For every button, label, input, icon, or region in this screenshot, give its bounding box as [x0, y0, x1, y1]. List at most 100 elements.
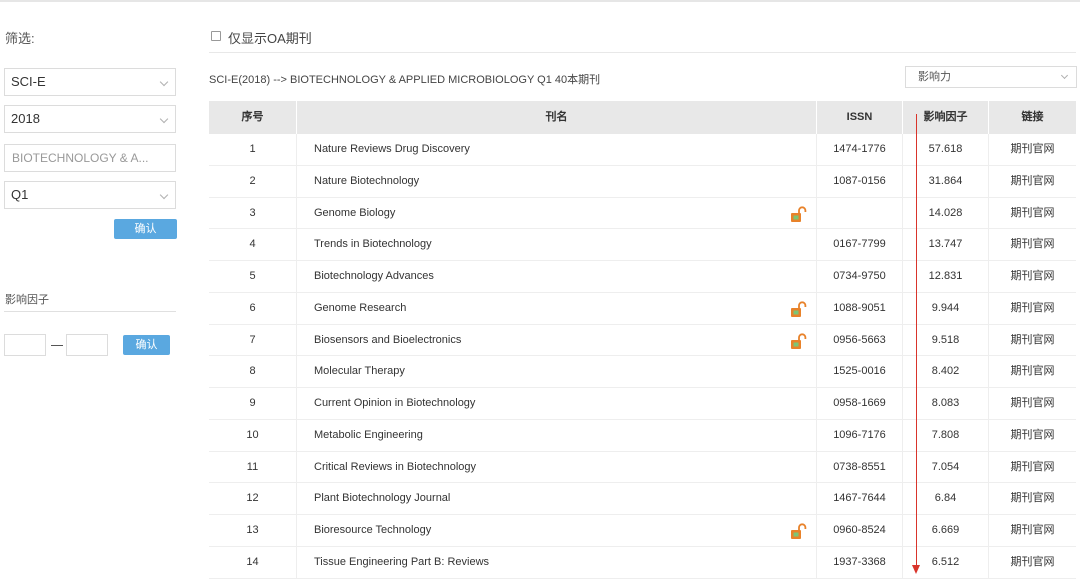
- journal-name[interactable]: Genome Research: [297, 292, 817, 324]
- issn: 1474-1776: [817, 134, 903, 165]
- breadcrumb: SCI-E(2018) --> BIOTECHNOLOGY & APPLIED …: [209, 74, 601, 86]
- journal-website-link[interactable]: 期刊官网: [989, 229, 1076, 260]
- row-number: 3: [209, 197, 297, 229]
- journal-name-text: Genome Research: [314, 301, 407, 314]
- journal-name[interactable]: Biotechnology Advances: [297, 261, 817, 292]
- year-select[interactable]: 2018: [4, 105, 176, 133]
- table-row: 5 Biotechnology Advances 0734-9750 12.831 期刊…: [209, 261, 1076, 293]
- row-number: 4: [209, 229, 297, 260]
- if-confirm-button[interactable]: 确认: [123, 335, 170, 355]
- table-row: 4 Trends in Biotechnology 0167-7799 13.747 期…: [209, 229, 1076, 261]
- issn: 0960-8524: [817, 515, 903, 546]
- if-min-input[interactable]: [4, 334, 46, 356]
- journal-website-link[interactable]: 期刊官网: [989, 325, 1076, 356]
- chevron-down-icon: [159, 114, 169, 124]
- journal-name[interactable]: Critical Reviews in Biotechnology: [297, 451, 817, 483]
- journal-website-link[interactable]: 期刊官网: [989, 134, 1076, 165]
- quartile-select[interactable]: Q1: [4, 181, 176, 209]
- issn: 1467-7644: [817, 483, 903, 514]
- journal-table: 序号 刊名 ISSN 影响因子 链接 1 Nature Reviews Drug …: [209, 101, 1076, 579]
- journal-website-link[interactable]: 期刊官网: [989, 388, 1076, 419]
- header-issn[interactable]: ISSN: [817, 101, 903, 134]
- table-row: 13 Bioresource Technology 0960-8524 6.669 期刊…: [209, 515, 1076, 547]
- header-no[interactable]: 序号: [209, 101, 297, 134]
- journal-website-link[interactable]: 期刊官网: [989, 452, 1076, 483]
- if-max-input[interactable]: [66, 334, 108, 356]
- table-row: 9 Current Opinion in Biotechnology 0958-16…: [209, 388, 1076, 420]
- sort-select[interactable]: 影响力: [905, 66, 1077, 88]
- journal-website-link[interactable]: 期刊官网: [989, 420, 1076, 451]
- journal-name[interactable]: Metabolic Engineering: [297, 419, 817, 451]
- row-number: 14: [209, 546, 297, 578]
- issn: 0958-1669: [817, 388, 903, 419]
- annotation-arrow-line: [916, 114, 917, 570]
- journal-name-text: Nature Biotechnology: [314, 174, 420, 187]
- row-number: 6: [209, 292, 297, 324]
- row-number: 13: [209, 515, 297, 546]
- issn: 1088-9051: [817, 292, 903, 324]
- journal-name[interactable]: Biosensors and Bioelectronics: [297, 324, 817, 356]
- journal-name[interactable]: Current Opinion in Biotechnology: [297, 388, 817, 419]
- top-border: [0, 0, 1080, 2]
- year-select-value: 2018: [11, 111, 40, 126]
- journal-website-link[interactable]: 期刊官网: [989, 483, 1076, 514]
- table-row: 11 Critical Reviews in Biotechnology 0738-…: [209, 451, 1076, 484]
- range-dash: [51, 345, 63, 346]
- journal-name-text: Biosensors and Bioelectronics: [314, 333, 462, 346]
- database-select[interactable]: SCI-E: [4, 68, 176, 96]
- journal-website-link[interactable]: 期刊官网: [989, 293, 1076, 324]
- issn: 1087-0156: [817, 165, 903, 197]
- journal-name[interactable]: Molecular Therapy: [297, 356, 817, 387]
- issn: [817, 197, 903, 229]
- row-number: 2: [209, 165, 297, 197]
- row-number: 11: [209, 451, 297, 483]
- journal-name[interactable]: Genome Biology: [297, 197, 817, 229]
- journal-name[interactable]: Bioresource Technology: [297, 515, 817, 546]
- journal-name-text: Critical Reviews in Biotechnology: [314, 460, 477, 473]
- journal-name[interactable]: Nature Reviews Drug Discovery: [297, 134, 817, 165]
- journal-website-link[interactable]: 期刊官网: [989, 515, 1076, 546]
- filter-confirm-button[interactable]: 确认: [114, 219, 177, 239]
- chevron-down-icon: [1060, 71, 1069, 80]
- journal-website-link[interactable]: 期刊官网: [989, 261, 1076, 292]
- table-row: 7 Biosensors and Bioelectronics 0956-5663 9…: [209, 324, 1076, 357]
- issn: 0956-5663: [817, 324, 903, 356]
- journal-website-link[interactable]: 期刊官网: [989, 198, 1076, 229]
- journal-name[interactable]: Tissue Engineering Part B: Reviews: [297, 546, 817, 578]
- row-number: 9: [209, 388, 297, 419]
- open-lock-icon: [790, 332, 808, 349]
- row-number: 7: [209, 324, 297, 356]
- chevron-down-icon: [159, 77, 169, 87]
- table-row: 6 Genome Research 1088-9051 9.944 期刊官网: [209, 292, 1076, 325]
- table-body: 1 Nature Reviews Drug Discovery 1474-1776 5…: [209, 134, 1076, 579]
- row-number: 12: [209, 483, 297, 514]
- journal-name-text: Bioresource Technology: [314, 524, 432, 536]
- oa-only-checkbox[interactable]: [211, 31, 221, 41]
- chevron-down-icon: [159, 190, 169, 200]
- down-arrow-icon: [912, 565, 920, 574]
- category-input[interactable]: BIOTECHNOLOGY & A...: [4, 144, 176, 172]
- journal-name[interactable]: Trends in Biotechnology: [297, 229, 817, 260]
- row-number: 8: [209, 356, 297, 387]
- journal-name-text: Genome Biology: [314, 206, 396, 219]
- row-number: 1: [209, 134, 297, 165]
- journal-website-link[interactable]: 期刊官网: [989, 166, 1076, 197]
- journal-name-text: Biotechnology Advances: [314, 270, 434, 282]
- quartile-select-value: Q1: [11, 187, 29, 202]
- issn: 0734-9750: [817, 261, 903, 292]
- journal-name[interactable]: Plant Biotechnology Journal: [297, 483, 817, 514]
- open-lock-icon: [790, 300, 808, 317]
- journal-name-text: Trends in Biotechnology: [314, 238, 432, 251]
- header-name[interactable]: 刊名: [297, 101, 817, 134]
- journal-website-link[interactable]: 期刊官网: [989, 547, 1076, 578]
- journal-website-link[interactable]: 期刊官网: [989, 356, 1076, 387]
- table-row: 10 Metabolic Engineering 1096-7176 7.808 期刊官…: [209, 419, 1076, 452]
- oa-only-label: 仅显示OA期刊: [228, 31, 312, 46]
- divider: [209, 52, 1076, 53]
- issn: 1525-0016: [817, 356, 903, 387]
- table-row: 8 Molecular Therapy 1525-0016 8.402 期刊官网: [209, 356, 1076, 388]
- row-number: 10: [209, 419, 297, 451]
- journal-name-text: Plant Biotechnology Journal: [314, 492, 451, 505]
- journal-name[interactable]: Nature Biotechnology: [297, 165, 817, 197]
- journal-name-text: Metabolic Engineering: [314, 428, 423, 441]
